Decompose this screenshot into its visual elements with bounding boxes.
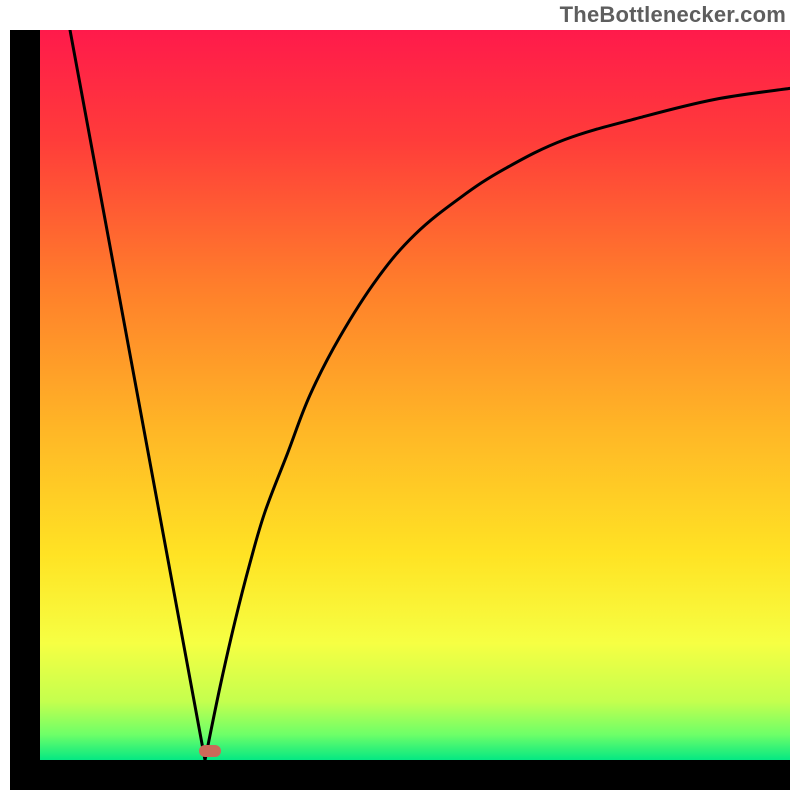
watermark-text: TheBottlenecker.com	[560, 2, 786, 28]
optimal-marker	[199, 745, 221, 757]
curve-path	[70, 30, 790, 760]
plot-area	[40, 30, 790, 760]
bottleneck-curve	[40, 30, 790, 760]
chart-stage: TheBottlenecker.com	[0, 0, 800, 800]
plot-frame	[10, 30, 790, 790]
